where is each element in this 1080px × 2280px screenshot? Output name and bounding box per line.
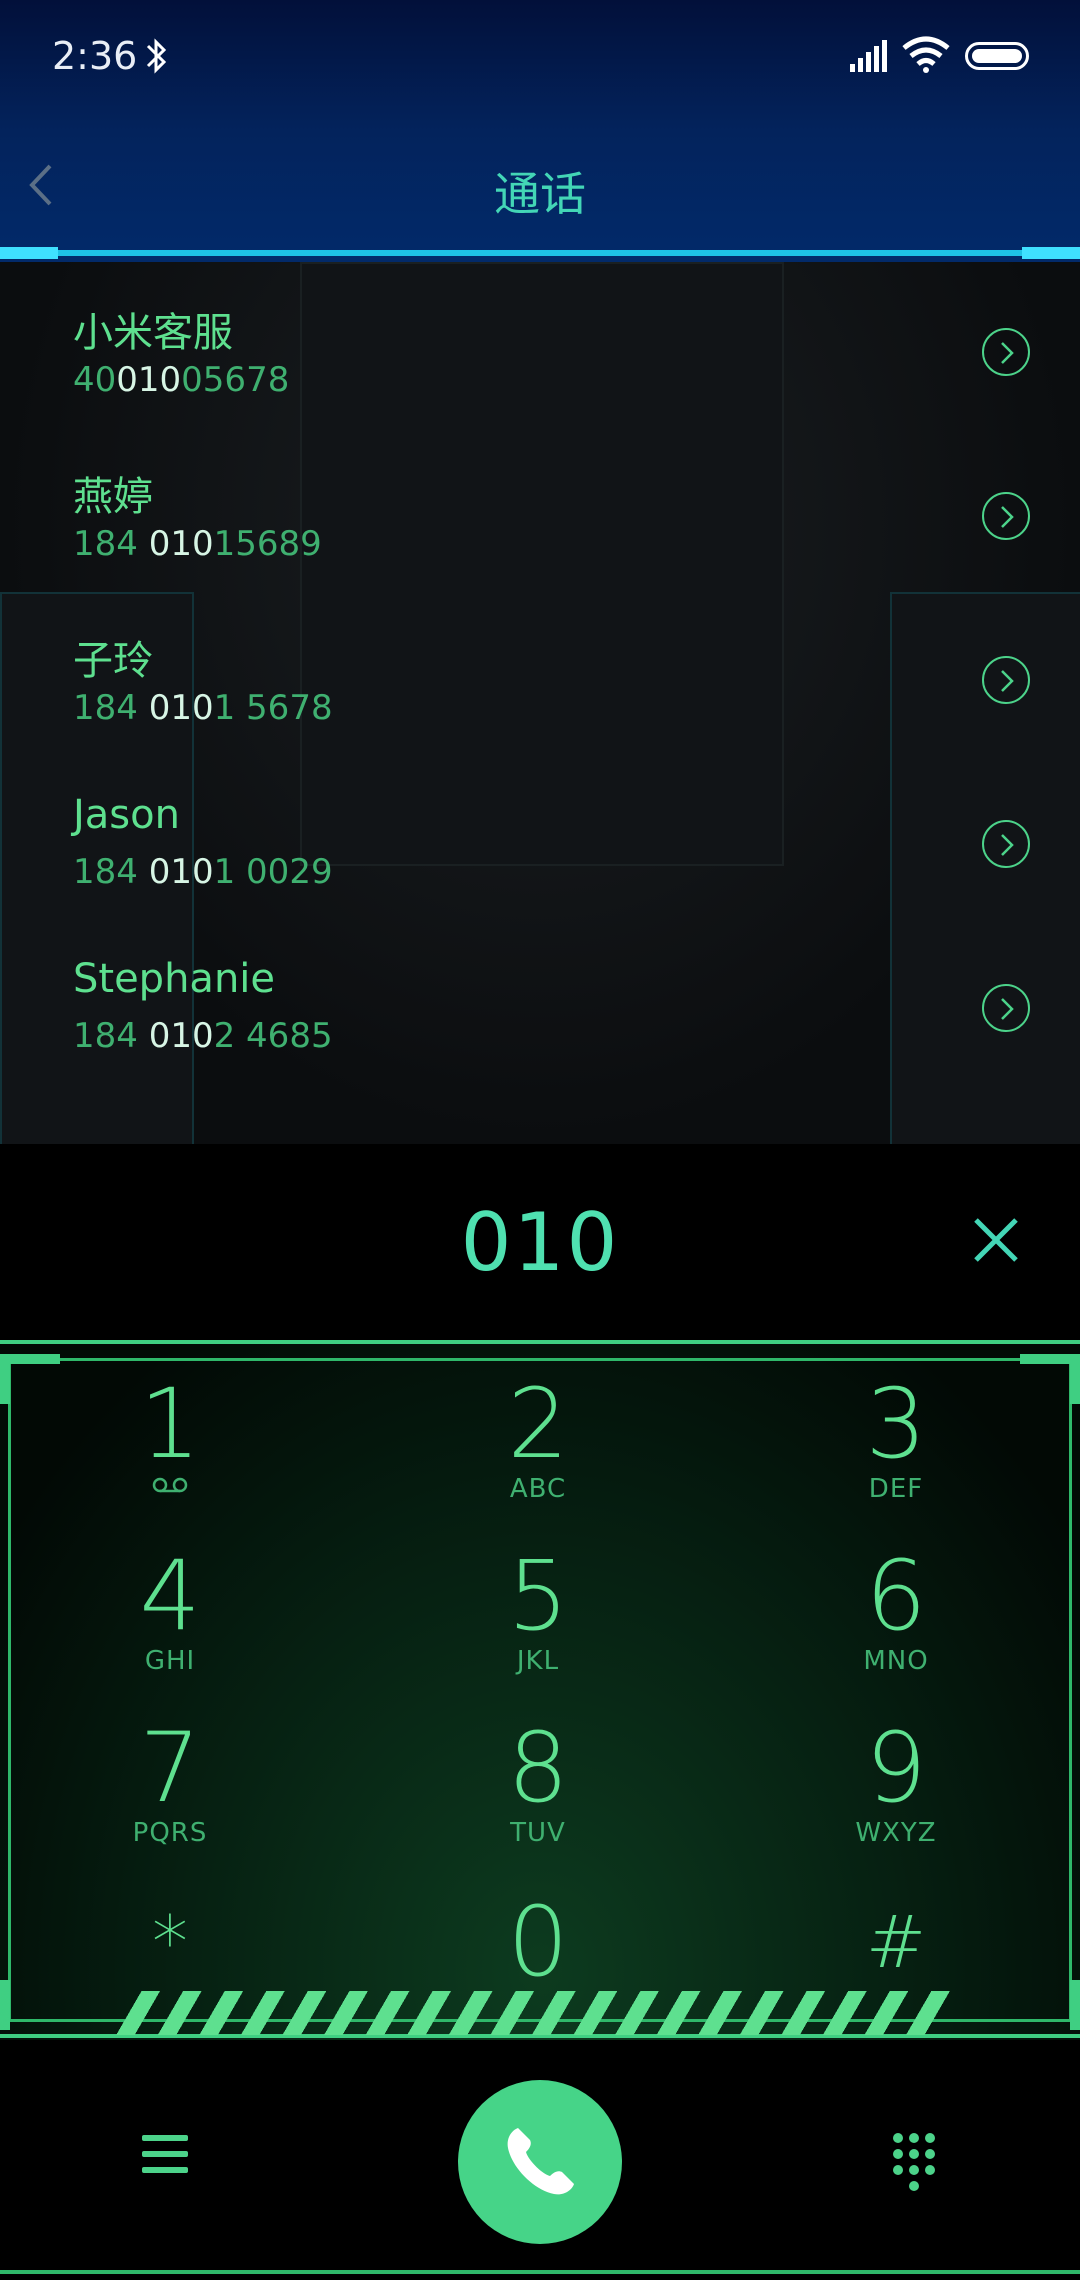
key-letters: WXYZ [855,1818,937,1848]
key-digit: 4 [139,1540,201,1652]
key-digit: 6 [865,1540,927,1652]
frame-corner [1070,1980,1080,2030]
decorative-stripes [100,1991,960,2035]
contact-detail-button[interactable] [982,656,1030,704]
bluetooth-icon [146,38,167,74]
header-divider [0,247,1080,259]
key-digit: 7 [139,1712,201,1824]
key-digit: 0 [507,1886,569,1998]
contact-detail-button[interactable] [982,820,1030,868]
wifi-icon [902,36,950,73]
status-bar: 2:36 [0,0,1080,120]
contact-number: 184 01015689 [73,524,322,564]
contact-name: 小米客服 [73,310,233,356]
key-digit: 2 [507,1368,569,1480]
contact-number: 184 0102 4685 [73,1016,333,1056]
key-letters: PQRS [132,1818,208,1848]
contact-row[interactable]: 燕婷 184 01015689 [0,436,1080,600]
frame-corner [1070,1354,1080,1404]
phone-icon [507,2128,574,2195]
key-8[interactable]: 8 TUV [388,1716,688,1876]
key-digit: 5 [507,1540,569,1652]
key-5[interactable]: 5 JKL [388,1544,688,1704]
frame-corner [0,1354,10,1404]
key-digit: * [152,1900,188,1984]
key-9[interactable]: 9 WXYZ [746,1716,1046,1876]
call-button[interactable] [458,2080,622,2244]
key-6[interactable]: 6 MNO [746,1544,1046,1704]
contact-row[interactable]: 子玲 184 0101 5678 [0,600,1080,764]
key-2[interactable]: 2 ABC [388,1372,688,1532]
contact-row[interactable]: Jason 184 0101 0029 [0,764,1080,928]
status-time: 2:36 [52,34,138,78]
key-letters: JKL [516,1646,560,1676]
bottom-divider [0,2270,1080,2274]
contact-name: 子玲 [73,638,153,684]
signal-icon [850,40,887,72]
key-digit: 9 [865,1712,927,1824]
key-letters: ABC [509,1474,567,1504]
contact-number: 184 0101 0029 [73,852,333,892]
frame-corner [0,1980,10,2030]
key-digit: 8 [507,1712,569,1824]
key-1[interactable]: 1 [20,1372,320,1532]
page-title: 通话 [494,167,586,221]
contact-suggestions-list: 小米客服 4001005678 燕婷 184 01015689 子玲 184 0… [0,262,1080,1144]
top-bar: 2:36 通话 [0,0,1080,262]
key-letters: TUV [510,1818,566,1848]
contact-detail-button[interactable] [982,328,1030,376]
key-letters: MNO [863,1646,929,1676]
dial-input-row: 010 [0,1144,1080,1334]
key-digit: # [865,1900,927,1984]
contact-row[interactable]: Stephanie 184 0102 4685 [0,928,1080,1092]
key-7[interactable]: 7 PQRS [20,1716,320,1876]
voicemail-icon [152,1477,188,1493]
menu-icon[interactable] [142,2135,188,2175]
contact-name: Jason [73,792,180,838]
contact-detail-button[interactable] [982,984,1030,1032]
clear-icon[interactable] [968,1212,1024,1268]
key-3[interactable]: 3 DEF [746,1372,1046,1532]
contact-number: 4001005678 [73,360,290,400]
contact-row[interactable]: 小米客服 4001005678 [0,272,1080,436]
contact-number: 184 0101 5678 [73,688,333,728]
contact-name: 燕婷 [73,474,153,520]
battery-icon [965,42,1029,70]
key-4[interactable]: 4 GHI [20,1544,320,1704]
keypad-top-divider [0,1340,1080,1344]
contact-detail-button[interactable] [982,492,1030,540]
dialed-number[interactable]: 010 [0,1196,1080,1289]
key-digit: 1 [139,1368,201,1480]
key-letters: DEF [868,1474,924,1504]
contact-name: Stephanie [73,956,276,1002]
key-digit: 3 [865,1368,927,1480]
key-letters: GHI [144,1646,196,1676]
dialpad-icon[interactable] [892,2132,936,2194]
